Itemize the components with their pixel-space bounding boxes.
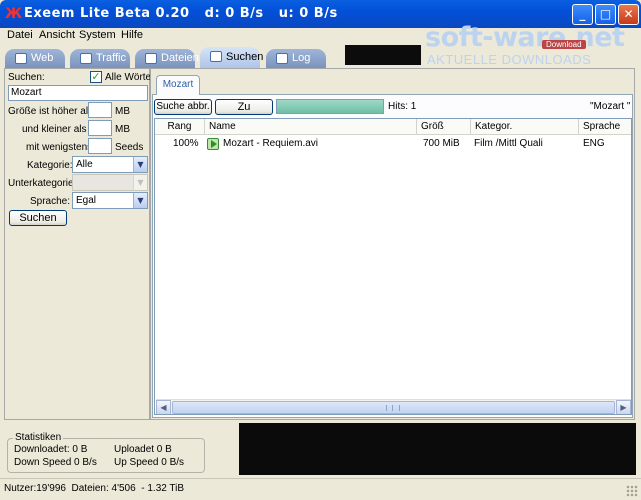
tab-log[interactable]: Log [266, 49, 326, 68]
cancel-search-button[interactable]: Suche abbr. [154, 99, 212, 115]
chevron-down-icon: ▼ [133, 157, 147, 172]
menu-system[interactable]: System [79, 29, 116, 41]
horizontal-scrollbar[interactable]: ◀ ▶ [156, 399, 631, 414]
cell-category: Film /Mittl Quali [474, 138, 543, 149]
statistics-title: Statistiken [13, 432, 64, 443]
search-button[interactable]: Suchen [9, 210, 67, 226]
up-speed-stat: Up Speed 0 B/s [114, 457, 185, 468]
watermark-logo: soft-ware.net [425, 22, 625, 53]
scrollbar-thumb[interactable] [172, 401, 615, 414]
menu-datei[interactable]: Datei [7, 29, 33, 41]
grip-icon [386, 405, 400, 411]
min-seeds-label: mit wenigstens [26, 142, 93, 153]
tab-traffic[interactable]: Traffic [70, 49, 130, 68]
downloaded-stat: Downloadet: 0 B [14, 444, 88, 455]
size-smaller-input[interactable] [88, 120, 112, 136]
column-name[interactable]: Name [205, 119, 417, 135]
search-label: Suchen: [8, 72, 45, 83]
statistics-group: Statistiken Downloadet: 0 B Uploadet 0 B… [4, 421, 236, 476]
down-speed-stat: Down Speed 0 B/s [14, 457, 97, 468]
chevron-down-icon: ▼ [133, 193, 147, 208]
app-icon: Ж [5, 6, 23, 22]
size-greater-label: Größe ist höher als [8, 106, 94, 117]
results-list[interactable]: Rang Name Größ Kategor. Sprache 100% Moz… [154, 118, 632, 415]
black-ad-area [239, 423, 636, 475]
min-seeds-unit: Seeds [115, 142, 144, 153]
globe-icon [15, 53, 27, 64]
status-bar: Nutzer:19'996 Dateien: 4'506 - 1.32 TiB [0, 478, 641, 500]
results-header: Rang Name Größ Kategor. Sprache [155, 119, 631, 135]
chevron-down-icon: ▼ [133, 175, 147, 190]
files-icon [145, 53, 157, 64]
window-title: Exeem Lite Beta 0.20 d: 0 B/s u: 0 B/s [24, 6, 338, 21]
search-input[interactable]: Mozart [8, 85, 148, 101]
search-options-panel [4, 68, 150, 420]
traffic-icon [80, 53, 92, 64]
column-category[interactable]: Kategor. [471, 119, 579, 135]
status-text: Nutzer:19'996 Dateien: 4'506 - 1.32 TiB [4, 483, 185, 494]
menu-ansicht[interactable]: Ansicht [39, 29, 75, 41]
download-speed: d: 0 B/s [204, 6, 264, 21]
black-banner [345, 45, 421, 65]
column-language[interactable]: Sprache [579, 119, 631, 135]
hits-count: Hits: 1 [388, 101, 417, 112]
search-progress-bar [276, 99, 384, 114]
cell-rank: 100% [173, 138, 199, 149]
min-seeds-input[interactable] [88, 138, 112, 154]
uploaded-stat: Uploadet 0 B [114, 444, 172, 455]
scroll-right-icon[interactable]: ▶ [616, 400, 631, 414]
tab-suchen[interactable]: Suchen [200, 47, 263, 68]
all-words-checkbox[interactable]: ✓ [90, 71, 102, 83]
size-greater-input[interactable] [88, 102, 112, 118]
category-select[interactable]: Alle ▼ [72, 156, 148, 173]
cell-language: ENG [583, 138, 605, 149]
language-label: Sprache: [30, 196, 71, 207]
cell-size: 700 MiB [423, 138, 460, 149]
size-smaller-unit: MB [115, 124, 130, 135]
query-label: "Mozart " [590, 101, 631, 112]
statistics-box: Downloadet: 0 B Uploadet 0 B Down Speed … [7, 438, 205, 473]
size-greater-unit: MB [115, 106, 130, 117]
language-select[interactable]: Egal ▼ [72, 192, 148, 209]
column-rank[interactable]: Rang [155, 119, 205, 135]
play-icon [207, 138, 219, 150]
progress-fill [277, 100, 383, 113]
close-search-button[interactable]: Zu [215, 99, 273, 115]
subcategory-select[interactable]: ▼ [72, 174, 148, 191]
table-row[interactable]: 100% Mozart - Requiem.avi 700 MiB Film /… [155, 136, 631, 152]
all-words-label: Alle Wörter [105, 72, 155, 83]
search-icon [210, 51, 222, 62]
watermark: soft-ware.net Download AKTUELLE DOWNLOAD… [425, 22, 635, 68]
tab-web[interactable]: Web [5, 49, 65, 68]
scroll-left-icon[interactable]: ◀ [156, 400, 171, 414]
watermark-subtitle: AKTUELLE DOWNLOADS [427, 52, 592, 67]
subcategory-label: Unterkategorie: [8, 178, 77, 189]
tab-result-mozart[interactable]: Mozart [156, 75, 200, 95]
menu-hilfe[interactable]: Hilfe [121, 29, 143, 41]
log-icon [276, 53, 288, 64]
column-size[interactable]: Größ [417, 119, 471, 135]
upload-speed: u: 0 B/s [278, 6, 338, 21]
cell-name: Mozart - Requiem.avi [223, 138, 319, 149]
category-label: Kategorie: [27, 160, 73, 171]
resize-grip-icon[interactable] [626, 485, 638, 497]
size-smaller-label: und kleiner als [22, 124, 87, 135]
tab-dateien[interactable]: Dateien [135, 49, 199, 68]
watermark-badge: Download [542, 40, 586, 49]
